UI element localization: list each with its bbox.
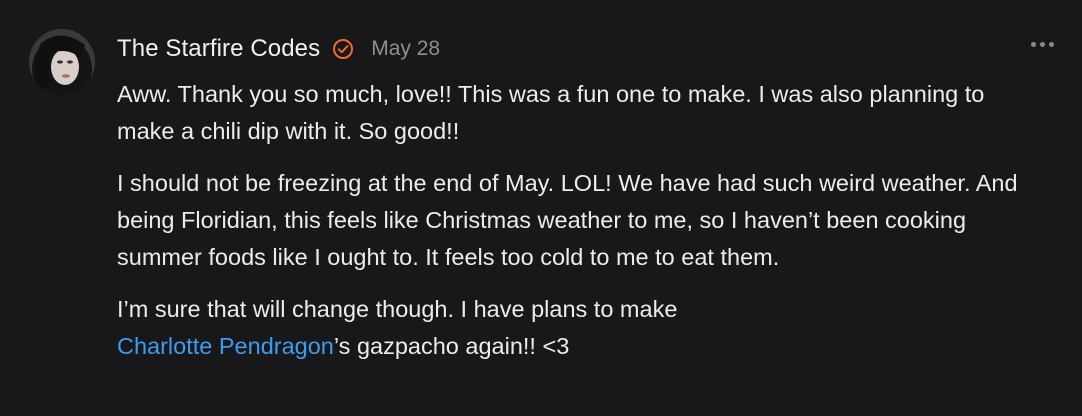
more-options-icon[interactable]	[1031, 42, 1054, 47]
author-name[interactable]: The Starfire Codes	[117, 35, 320, 63]
comment-paragraph: Aww. Thank you so much, love!! This was …	[117, 81, 985, 144]
verified-badge-icon	[332, 38, 354, 60]
paragraph-text: I’m sure that will change though. I have…	[117, 296, 678, 322]
comment-paragraph: I should not be freezing at the end of M…	[117, 170, 1018, 270]
comment: The Starfire Codes May 28 Aww. Thank you…	[0, 0, 1082, 416]
author-avatar[interactable]	[29, 29, 95, 95]
comment-paragraph: I’m sure that will change though. I have…	[117, 291, 1047, 365]
comment-date[interactable]: May 28	[371, 37, 440, 61]
mention-link[interactable]: Charlotte Pendragon	[117, 333, 334, 359]
avatar-image	[29, 29, 95, 95]
comment-body: Aww. Thank you so much, love!! This was …	[117, 76, 1047, 380]
more-dot	[1031, 42, 1036, 47]
comment-header: The Starfire Codes May 28	[117, 33, 440, 65]
more-dot	[1040, 42, 1045, 47]
paragraph-text: ’s gazpacho again!! <3	[333, 333, 570, 359]
more-dot	[1049, 42, 1054, 47]
